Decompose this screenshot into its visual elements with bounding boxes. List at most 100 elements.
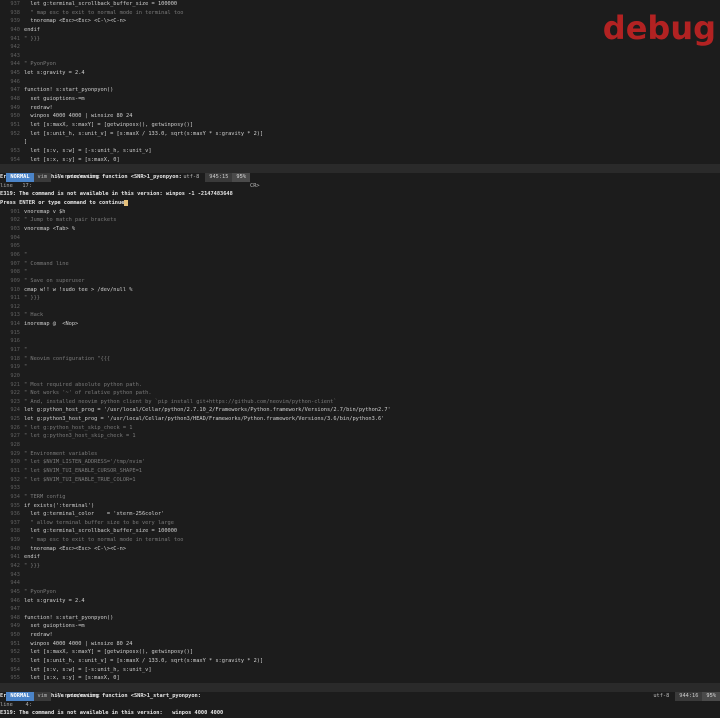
bottom-editor-pane[interactable]: 901 vnoremap v $h 902 " Jump to match pair … [0, 208, 720, 683]
code-line[interactable]: 917 " [0, 346, 720, 355]
line-number: 937 [10, 519, 20, 526]
code-line[interactable]: 933 [0, 484, 720, 493]
code-line[interactable]: 914 inoremap @ <Nop> [0, 320, 720, 329]
code-line[interactable]: 902 " Jump to match pair brackets [0, 216, 720, 225]
code-line[interactable]: 949 redraw! [0, 104, 720, 113]
code-line[interactable]: 908 " [0, 268, 720, 277]
top-editor-pane[interactable]: 937 let g:terminal_scrollback_buffer_siz… [0, 0, 720, 164]
line-text: endif [24, 26, 40, 33]
code-line[interactable]: 945 let s:gravity = 2.4 [0, 69, 720, 78]
code-line[interactable]: 944 " PyonPyon [0, 60, 720, 69]
code-line[interactable]: 913 " Hack [0, 311, 720, 320]
line-number: 935 [10, 502, 20, 509]
code-line[interactable]: 937 " allow terminal buffer size to be v… [0, 519, 720, 528]
code-line[interactable]: 940 endif [0, 26, 720, 35]
line-text: ] [24, 139, 28, 146]
code-line[interactable]: 924 let g:python_host_prog = '/usr/local/… [0, 406, 720, 415]
code-line[interactable]: 939 " map esc to exit to normal mode in … [0, 536, 720, 545]
code-line[interactable]: 938 " map esc to exit to normal mode in … [0, 9, 720, 18]
code-line[interactable]: 931 " let $NVIM_TUI_ENABLE_CURSOR_SHAPE=1 [0, 467, 720, 476]
code-line[interactable]: 947 function! s:start_pyonpyon() [0, 86, 720, 95]
code-line[interactable]: 951 winpos 4000 4000 | winsize 80 24 [0, 640, 720, 649]
code-line[interactable]: 910 cmap w!! w !sudo tee > /dev/null % [0, 286, 720, 295]
code-line[interactable]: 922 " Not works '~' of relative python pa… [0, 389, 720, 398]
code-line[interactable]: 943 [0, 571, 720, 580]
line-text: let [s:unit_h, s:unit_v] = [s:maxX / 133… [24, 658, 264, 665]
code-line[interactable]: 928 [0, 441, 720, 450]
code-line[interactable]: 929 " Environment variables [0, 450, 720, 459]
line-text: " let g:python3_host_skip_check = 1 [24, 433, 136, 440]
line-number: 940 [10, 26, 20, 33]
line-number: 920 [10, 372, 20, 379]
code-line[interactable]: 921 " Most required absolute python path. [0, 381, 720, 390]
line-text: " PyonPyon [24, 588, 56, 595]
code-line[interactable]: 907 " Command line [0, 260, 720, 269]
code-line[interactable]: 954 let [s:x, s:y] = [s:maxX, 0] [0, 156, 720, 165]
line-text: " Hack [24, 312, 44, 319]
line-number: 903 [10, 226, 20, 233]
code-line[interactable]: 948 set guioptions-=m [0, 95, 720, 104]
code-line[interactable]: 947 [0, 605, 720, 614]
code-line[interactable]: 903 vnoremap <Tab> % [0, 225, 720, 234]
code-line[interactable]: 936 let g:terminal_color = 'xterm-256col… [0, 510, 720, 519]
code-line[interactable]: 904 [0, 234, 720, 243]
line-number: 919 [10, 364, 20, 371]
code-line[interactable]: 925 let g:python3_host_prog = '/usr/local… [0, 415, 720, 424]
code-line[interactable]: 943 [0, 52, 720, 61]
line-text: " let $NVIM_TUI_ENABLE_CURSOR_SHAPE=1 [24, 467, 142, 474]
code-line[interactable]: 953 let [s:v, s:w] = [-s:unit_h, s:unit_… [0, 147, 720, 156]
code-line[interactable]: 906 " [0, 251, 720, 260]
line-text: let [s:x, s:y] = [s:maxX, 0] [24, 675, 120, 682]
code-line[interactable]: 950 winpos 4000 4000 | winsize 80 24 [0, 112, 720, 121]
code-line[interactable]: 941 endif [0, 553, 720, 562]
cr-indicator: CR> [250, 182, 260, 189]
code-line[interactable]: 915 [0, 329, 720, 338]
code-line[interactable]: 909 " Save on superuser [0, 277, 720, 286]
code-line[interactable]: 934 " TERM config [0, 493, 720, 502]
code-line[interactable]: 950 redraw! [0, 631, 720, 640]
code-line[interactable]: 935 if exists(':terminal') [0, 502, 720, 511]
code-line[interactable]: 942 [0, 43, 720, 52]
code-line[interactable]: 945 " PyonPyon [0, 588, 720, 597]
code-line[interactable]: 940 tnoremap <Esc><Esc> <C-\><C-n> [0, 545, 720, 554]
code-line[interactable]: 938 let g:terminal_scrollback_buffer_siz… [0, 527, 720, 536]
line-number: 913 [10, 312, 20, 319]
code-line[interactable]: 919 " [0, 363, 720, 372]
line-number: 953 [10, 147, 20, 154]
continue-prompt[interactable]: Press ENTER or type command to continue [0, 199, 720, 208]
code-line[interactable]: 920 [0, 372, 720, 381]
code-line[interactable]: 949 set guioptions-=m [0, 622, 720, 631]
code-line[interactable]: 911 " }}} [0, 294, 720, 303]
scroll-percent: 95% [232, 173, 250, 183]
code-line[interactable]: 952 let [s:maxX, s:maxY] = [getwinposx()… [0, 648, 720, 657]
line-number: 907 [10, 260, 20, 267]
code-line[interactable]: 952 let [s:unit_h, s:unit_v] = [s:maxX /… [0, 130, 720, 139]
code-line[interactable]: 953 let [s:unit_h, s:unit_v] = [s:maxX /… [0, 657, 720, 666]
line-text: " [24, 346, 28, 353]
line-number: 937 [10, 1, 20, 7]
code-line[interactable]: 932 " let $NVIM_TUI_ENABLE_TRUE_COLOR=1 [0, 476, 720, 485]
code-line[interactable]: ] [0, 138, 720, 147]
code-line[interactable]: 946 let s:gravity = 2.4 [0, 597, 720, 606]
code-line[interactable]: 923 " And, installed neovim python client… [0, 398, 720, 407]
code-line[interactable]: 937 let g:terminal_scrollback_buffer_siz… [0, 0, 720, 9]
code-line[interactable]: 918 " Neovim configuration "{{{ [0, 355, 720, 364]
line-number: 952 [10, 649, 20, 656]
code-line[interactable]: 912 [0, 303, 720, 312]
code-line[interactable]: 901 vnoremap v $h [0, 208, 720, 217]
code-line[interactable]: 927 " let g:python3_host_skip_check = 1 [0, 432, 720, 441]
code-line[interactable]: 948 function! s:start_pyonpyon() [0, 614, 720, 623]
code-line[interactable]: 942 " }}} [0, 562, 720, 571]
code-line[interactable]: 916 [0, 337, 720, 346]
line-text: let [s:maxX, s:maxY] = [getwinposx(), ge… [24, 649, 194, 656]
code-line[interactable]: 905 [0, 242, 720, 251]
code-line[interactable]: 930 " let $NVIM_LISTEN_ADDRESS='/tmp/nvim… [0, 458, 720, 467]
error-message: E319: The command is not available in th… [0, 710, 224, 717]
code-line[interactable]: 926 " let g:python_host_skip_check = 1 [0, 424, 720, 433]
code-line[interactable]: 941 " }}} [0, 35, 720, 44]
code-line[interactable]: 954 let [s:v, s:w] = [-s:unit_h, s:unit_… [0, 666, 720, 675]
code-line[interactable]: 946 [0, 78, 720, 87]
code-line[interactable]: 944 [0, 579, 720, 588]
code-line[interactable]: 951 let [s:maxX, s:maxY] = [getwinposx()… [0, 121, 720, 130]
code-line[interactable]: 939 tnoremap <Esc><Esc> <C-\><C-n> [0, 17, 720, 26]
